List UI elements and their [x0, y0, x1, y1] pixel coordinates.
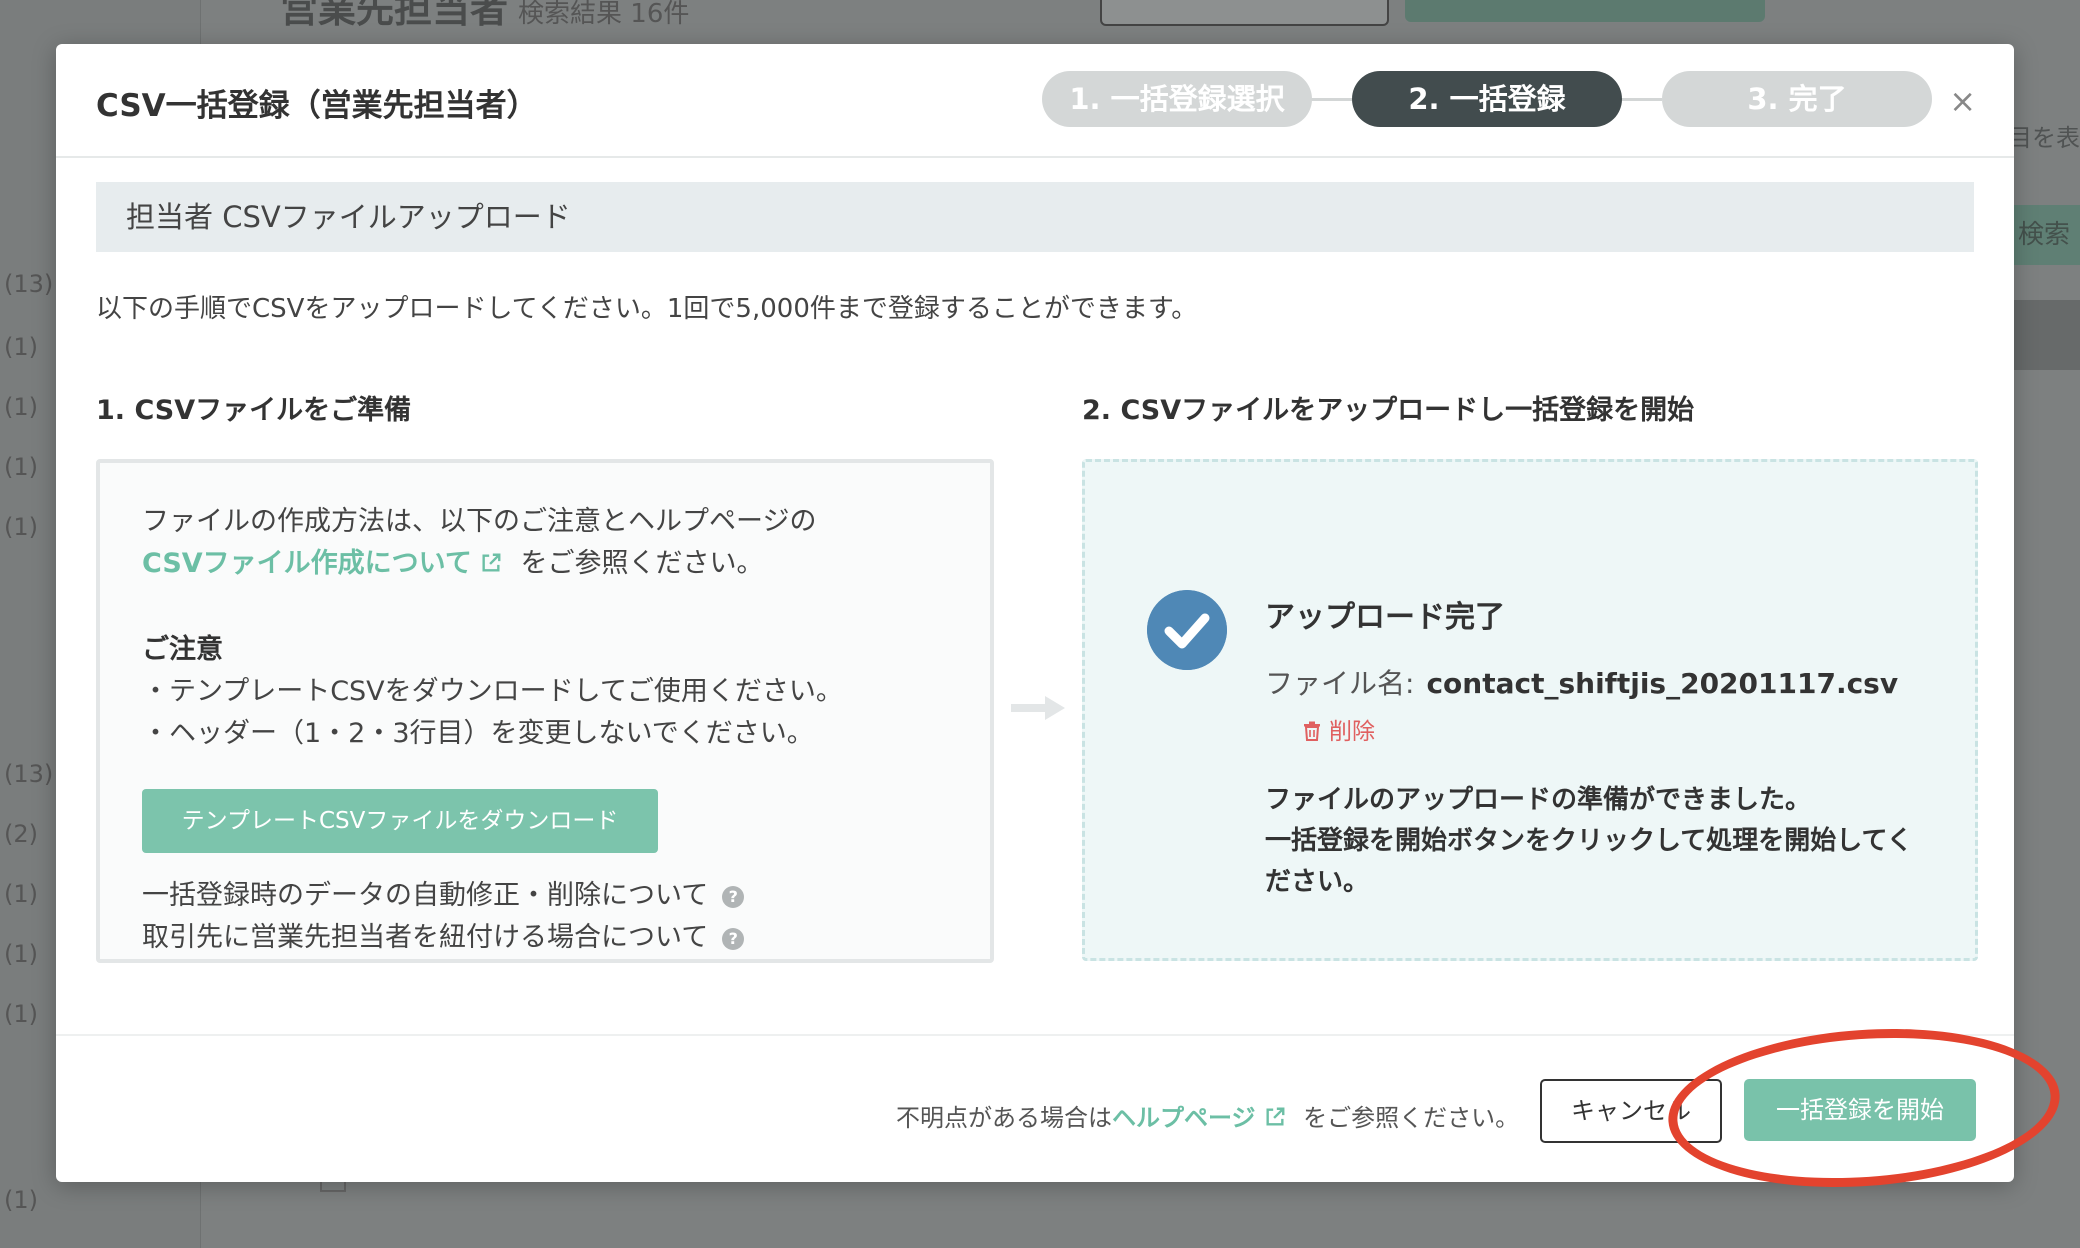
- arrow-right-icon: [1011, 696, 1065, 720]
- prep-instruction: ファイルの作成方法は、以下のご注意とヘルプページの: [142, 506, 817, 537]
- background-primary-button: [1405, 0, 1765, 22]
- help-row: 取引先に営業先担当者を紐付ける場合について?: [142, 915, 745, 954]
- modal-header: CSV一括登録（営業先担当者） 1. 一括登録選択 2. 一括登録 3. 完了 …: [56, 44, 2014, 158]
- step-3: 3. 完了: [1662, 71, 1932, 127]
- close-icon[interactable]: ×: [1949, 82, 1976, 120]
- csv-import-modal: CSV一括登録（営業先担当者） 1. 一括登録選択 2. 一括登録 3. 完了 …: [56, 44, 2014, 1182]
- background-count: (13): [4, 760, 54, 788]
- background-bar: [2010, 300, 2080, 370]
- download-template-button[interactable]: テンプレートCSVファイルをダウンロード: [142, 789, 658, 853]
- caution-item: ・ヘッダー（1・2・3行目）を変更しないでください。: [142, 718, 814, 749]
- prep-instruction-line2: CSVファイル作成について をご参照ください。: [142, 541, 763, 580]
- prepare-csv-panel: ファイルの作成方法は、以下のご注意とヘルプページの CSVファイル作成について …: [96, 459, 994, 963]
- background-count: (1): [4, 940, 38, 968]
- link-client-help-text: 取引先に営業先担当者を紐付ける場合について: [142, 922, 709, 953]
- upload-panel: アップロード完了 ファイル名: contact_shiftjis_20201117…: [1082, 459, 1978, 961]
- caution-item: ・テンプレートCSVをダウンロードしてご使用ください。: [142, 676, 843, 707]
- prep-instruction-suffix: をご参照ください。: [520, 548, 764, 579]
- intro-text: 以下の手順でCSVをアップロードしてください。1回で5,000件まで登録すること…: [96, 294, 1198, 324]
- cancel-button[interactable]: キャンセル: [1540, 1079, 1722, 1143]
- check-circle-icon: [1147, 590, 1227, 670]
- ready-message-line: 一括登録を開始ボタンをクリックして処理を開始してください。: [1265, 826, 1913, 897]
- trash-icon: [1304, 721, 1320, 741]
- external-link-icon: [482, 553, 501, 572]
- upload-csv-title: 2. CSVファイルをアップロードし一括登録を開始: [1082, 395, 1695, 426]
- start-bulk-register-button[interactable]: 一括登録を開始: [1744, 1079, 1976, 1141]
- footer-note-suffix: をご参照ください。: [1303, 1104, 1520, 1132]
- background-count: (1): [4, 333, 38, 361]
- ready-message-line: ファイルのアップロードの準備ができました。: [1265, 785, 1812, 815]
- caution-title: ご注意: [142, 634, 223, 665]
- auto-fix-help-text: 一括登録時のデータの自動修正・削除について: [142, 880, 709, 911]
- background-count: (1): [4, 453, 38, 481]
- step-1: 1. 一括登録選択: [1042, 71, 1312, 127]
- file-name-label: ファイル名:: [1265, 667, 1415, 700]
- file-name-value: contact_shiftjis_20201117.csv: [1426, 667, 1899, 700]
- question-icon[interactable]: ?: [722, 927, 745, 950]
- background-button: [1100, 0, 1389, 26]
- delete-label: 削除: [1329, 719, 1375, 745]
- background-text: 目を表: [2008, 124, 2080, 152]
- question-icon[interactable]: ?: [722, 885, 745, 908]
- background-count: (1): [4, 1186, 38, 1214]
- modal-title: CSV一括登録（営業先担当者）: [96, 88, 538, 124]
- background-page-title: 営業先担当者 検索結果 16件: [280, 0, 690, 31]
- step-2: 2. 一括登録: [1352, 71, 1622, 127]
- footer-help-note: 不明点がある場合はヘルプページ をご参照ください。: [896, 1098, 1519, 1133]
- help-page-link[interactable]: ヘルプページ: [1112, 1104, 1256, 1132]
- file-name-row: ファイル名: contact_shiftjis_20201117.csv: [1265, 662, 1898, 702]
- ready-message: ファイルのアップロードの準備ができました。 一括登録を開始ボタンをクリックして処…: [1265, 780, 1925, 903]
- background-count: (1): [4, 880, 38, 908]
- background-count: (2): [4, 820, 38, 848]
- csv-guide-link[interactable]: CSVファイル作成について: [142, 548, 472, 579]
- modal-footer: 不明点がある場合はヘルプページ をご参照ください。 キャンセル 一括登録を開始: [56, 1034, 2014, 1184]
- footer-note-prefix: 不明点がある場合は: [896, 1104, 1112, 1132]
- section-title: 担当者 CSVファイルアップロード: [96, 182, 1974, 252]
- background-search-button: 検索: [2010, 205, 2080, 265]
- background-count: (1): [4, 513, 38, 541]
- upload-complete-title: アップロード完了: [1265, 600, 1505, 635]
- background-count: (13): [4, 270, 54, 298]
- background-count: (1): [4, 393, 38, 421]
- prepare-csv-title: 1. CSVファイルをご準備: [96, 395, 412, 426]
- delete-file-button[interactable]: 削除: [1303, 712, 1375, 746]
- external-link-icon: [1266, 1107, 1284, 1126]
- background-count: (1): [4, 1000, 38, 1028]
- help-row: 一括登録時のデータの自動修正・削除について?: [142, 873, 745, 912]
